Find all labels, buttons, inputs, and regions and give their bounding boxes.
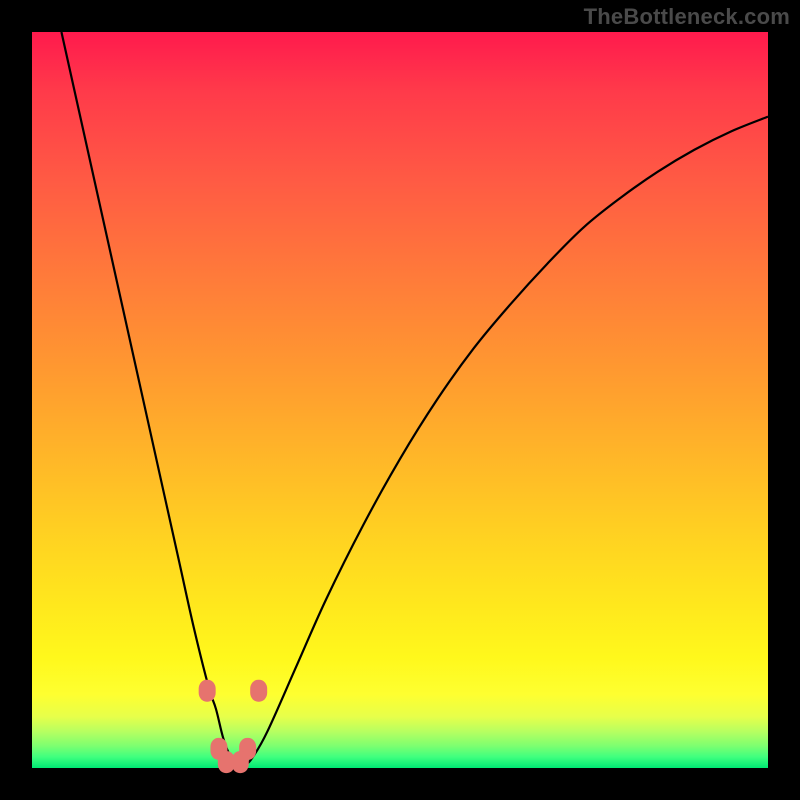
curve-marker [250,680,267,702]
chart-plot-area [32,32,768,768]
curve-path [61,32,768,765]
watermark-text: TheBottleneck.com [584,4,790,30]
curve-marker [199,680,216,702]
bottleneck-curve [32,32,768,768]
curve-markers [199,680,268,773]
curve-marker [232,751,249,773]
chart-frame: TheBottleneck.com [0,0,800,800]
